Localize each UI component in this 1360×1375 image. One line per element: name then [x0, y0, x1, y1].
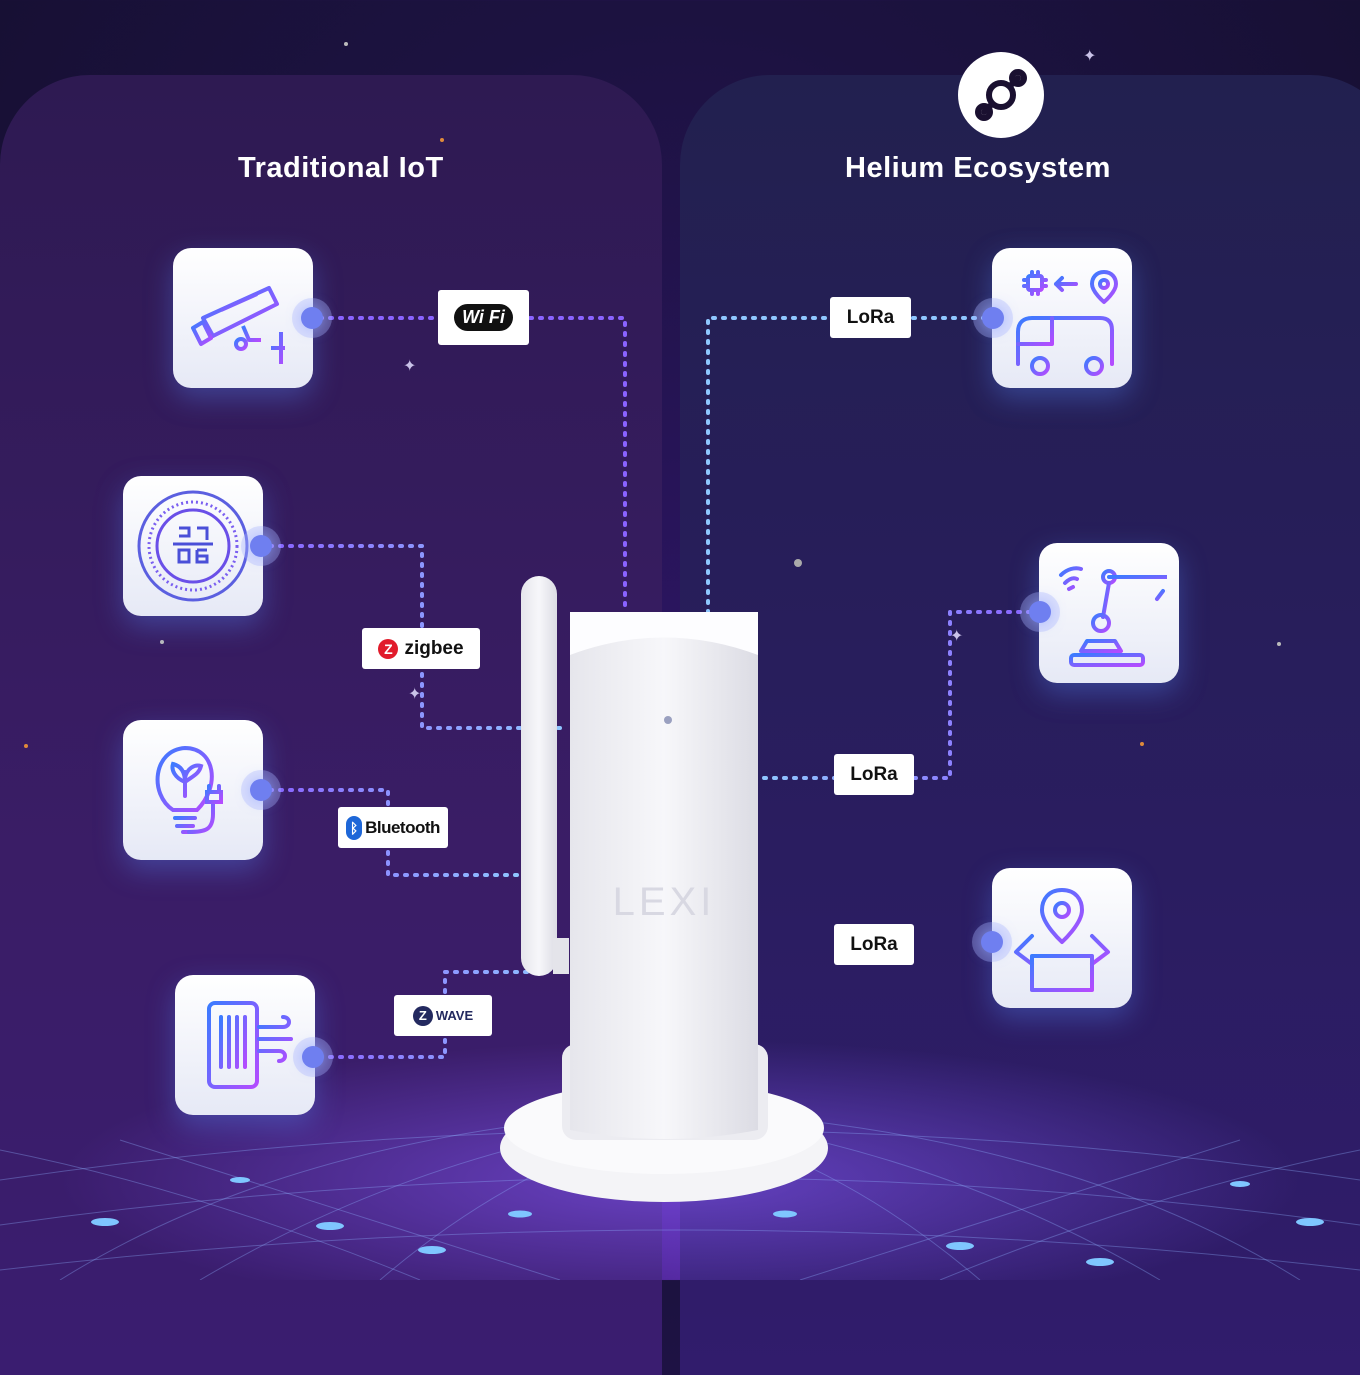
- bulb-connection-node: [250, 779, 272, 801]
- vehicle-tracking-icon: [1016, 270, 1118, 376]
- thermostat-card[interactable]: [123, 476, 263, 616]
- thermostat-connection-node: [250, 535, 272, 557]
- purifier-connection-node: [302, 1046, 324, 1068]
- smart-bulb-icon: [155, 745, 223, 834]
- security-camera-card[interactable]: [173, 248, 313, 388]
- antenna-hinge: [553, 938, 569, 974]
- lora-label: LoRa: [846, 306, 895, 328]
- bluetooth-badge: ᛒ Bluetooth: [338, 807, 448, 848]
- industrial-robot-card[interactable]: [1039, 543, 1179, 683]
- package-location-card[interactable]: [992, 868, 1132, 1008]
- wifi-label: Wi Fi: [454, 304, 513, 331]
- zwave-logo-icon: Z: [412, 1005, 433, 1026]
- antenna: [521, 576, 557, 976]
- lora-label: LoRa: [850, 933, 898, 955]
- lora-label: LoRa: [850, 763, 898, 785]
- helium-ecosystem-heading: Helium Ecosystem: [845, 152, 1111, 184]
- camera-connection-node: [301, 307, 323, 329]
- lora-badge-middle: LoRa: [834, 754, 914, 795]
- package-location-icon: [1014, 888, 1110, 992]
- air-purifier-icon: [207, 1001, 293, 1089]
- bluetooth-label: Bluetooth: [365, 817, 440, 837]
- device-led: [664, 716, 672, 724]
- helium-logo-icon: [958, 52, 1044, 138]
- air-purifier-card[interactable]: [175, 975, 315, 1115]
- package-connection-node: [981, 931, 1003, 953]
- traditional-iot-heading: Traditional IoT: [238, 152, 444, 184]
- smart-bulb-card[interactable]: [123, 720, 263, 860]
- lexi-hub-device: [570, 612, 758, 1139]
- industrial-robot-icon: [1059, 566, 1167, 667]
- bluetooth-logo-icon: ᛒ: [346, 815, 363, 840]
- device-brand-label: LEXI: [612, 880, 716, 924]
- vehicle-connection-node: [982, 307, 1004, 329]
- security-camera-icon: [191, 286, 285, 364]
- zigbee-logo-icon: Z: [378, 638, 399, 659]
- lora-badge-top: LoRa: [830, 297, 911, 338]
- wifi-badge: Wi Fi: [438, 290, 529, 345]
- zigbee-label: zigbee: [404, 637, 464, 659]
- zwave-label: WAVE: [435, 1008, 474, 1023]
- vehicle-tracking-card[interactable]: [992, 248, 1132, 388]
- robot-connection-node: [1029, 601, 1051, 623]
- zwave-badge: Z WAVE: [394, 995, 492, 1036]
- lora-badge-bottom: LoRa: [834, 924, 914, 965]
- thermostat-icon: [137, 490, 249, 602]
- zigbee-badge: Z zigbee: [362, 628, 480, 669]
